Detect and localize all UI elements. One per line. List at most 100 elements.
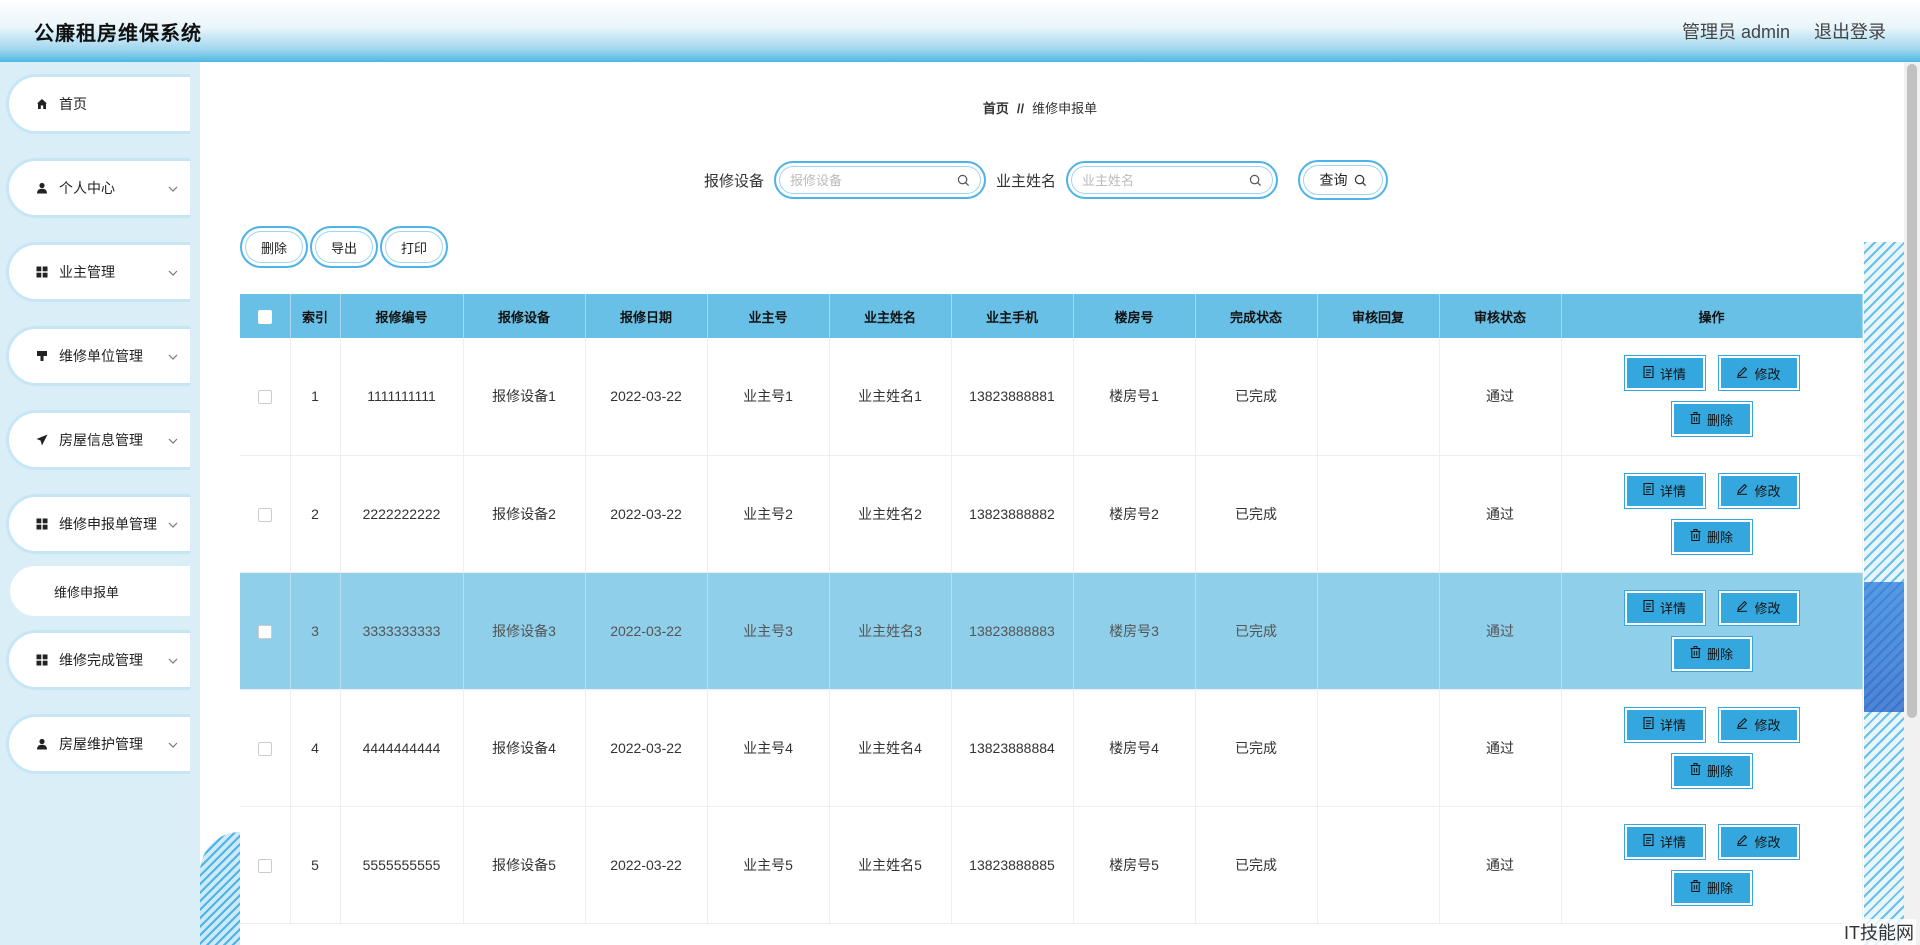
column-header: 业主手机 — [951, 294, 1074, 338]
sidebar-item[interactable]: 房屋信息管理 — [6, 410, 190, 470]
column-header: 报修设备 — [463, 294, 586, 338]
select-all-checkbox[interactable] — [257, 309, 272, 324]
detail-button-label: 详情 — [1659, 366, 1686, 382]
row-actions: 详情 修改删除 — [1602, 356, 1822, 437]
cell-date: 2022-03-22 — [585, 806, 708, 924]
trash-icon — [1690, 763, 1701, 778]
user-icon — [35, 737, 49, 751]
row-select-cell — [240, 572, 291, 690]
edit-icon — [1736, 717, 1748, 732]
detail-button[interactable]: 详情 — [1624, 707, 1705, 742]
row-actions-cell: 详情 修改删除 — [1561, 572, 1863, 690]
edit-button[interactable]: 修改 — [1718, 824, 1799, 859]
sidebar-item[interactable]: 首页 — [6, 74, 190, 134]
detail-button-label: 详情 — [1659, 718, 1686, 733]
scrollbar-thumb[interactable] — [1907, 64, 1917, 718]
cell-bld: 楼房号2 — [1073, 455, 1196, 573]
edit-button[interactable]: 修改 — [1718, 356, 1799, 391]
cell-idx: 5 — [290, 806, 341, 924]
row-delete-button[interactable]: 删除 — [1671, 519, 1752, 554]
edit-button[interactable]: 修改 — [1718, 473, 1799, 508]
table-row[interactable]: 2 2222222222 报修设备2 2022-03-22 业主号2 业主姓名2 13823… — [240, 455, 1863, 573]
breadcrumb-home[interactable]: 首页 — [983, 101, 1009, 116]
export-button[interactable]: 导出 — [310, 226, 378, 268]
detail-button[interactable]: 详情 — [1624, 473, 1705, 508]
cell-phone: 13823888885 — [951, 806, 1074, 924]
cell-name: 业主姓名3 — [829, 572, 952, 690]
chevron-down-icon — [168, 433, 178, 447]
edit-icon — [1736, 834, 1748, 849]
repair-order-table: 索引 报修编号 报修设备 报修日期 业主号 业主姓名 业主手机 楼房号 完成状态 审核回复 审核状态… — [240, 294, 1863, 924]
detail-button[interactable]: 详情 — [1624, 590, 1705, 625]
edit-button[interactable]: 修改 — [1718, 707, 1799, 742]
row-select-cell — [240, 455, 291, 573]
sidebar-subitem-repair-order[interactable]: 维修申报单 — [10, 566, 190, 616]
edit-button-label: 修改 — [1754, 366, 1781, 382]
detail-button[interactable]: 详情 — [1624, 824, 1705, 859]
row-select-cell — [240, 689, 291, 807]
query-button[interactable]: 查询 — [1298, 160, 1389, 200]
table-row[interactable]: 3 3333333333 报修设备3 2022-03-22 业主号3 业主姓名3 13823… — [240, 572, 1863, 690]
row-delete-button[interactable]: 删除 — [1671, 753, 1752, 788]
print-button[interactable]: 打印 — [380, 226, 448, 268]
cell-bld: 楼房号5 — [1073, 806, 1196, 924]
cell-date: 2022-03-22 — [585, 689, 708, 807]
row-checkbox[interactable] — [257, 624, 272, 639]
cell-no: 1111111111 — [340, 338, 464, 456]
header-user-area: 管理员 admin 退出登录 — [1682, 18, 1886, 44]
row-checkbox[interactable] — [257, 507, 272, 522]
bulk-action-row: 删除 导出 打印 — [240, 226, 448, 268]
column-header: 审核回复 — [1317, 294, 1440, 338]
trash-icon — [1690, 529, 1701, 544]
cell-owner: 业主号1 — [707, 338, 830, 456]
logout-link[interactable]: 退出登录 — [1814, 18, 1886, 44]
row-checkbox[interactable] — [257, 858, 272, 873]
search-icon — [1354, 174, 1366, 186]
edit-button-label: 修改 — [1754, 835, 1781, 850]
row-delete-button-label: 删除 — [1706, 647, 1733, 662]
row-actions-cell: 详情 修改删除 — [1561, 455, 1863, 573]
sidebar-item[interactable]: 个人中心 — [6, 158, 190, 218]
breadcrumb: 首页 // 维修申报单 — [200, 98, 1880, 117]
detail-button[interactable]: 详情 — [1624, 356, 1705, 391]
chevron-down-icon — [168, 653, 178, 667]
sidebar-item[interactable]: 维修申报单管理 — [6, 494, 190, 554]
page-scrollbar[interactable] — [1904, 62, 1920, 945]
table-row[interactable]: 5 5555555555 报修设备5 2022-03-22 业主号5 业主姓名5 13823… — [240, 806, 1863, 924]
device-search-input[interactable] — [790, 172, 951, 188]
sidebar-item[interactable]: 维修完成管理 — [6, 630, 190, 690]
sidebar-item[interactable]: 维修单位管理 — [6, 326, 190, 386]
document-icon — [1643, 365, 1654, 381]
row-delete-button[interactable]: 删除 — [1671, 636, 1752, 671]
sidebar-item-label: 个人中心 — [59, 180, 115, 196]
search-bar: 报修设备 业主姓名 查询 — [704, 160, 1389, 200]
cell-reply — [1317, 806, 1440, 924]
row-actions: 详情 修改删除 — [1602, 473, 1822, 554]
edit-button[interactable]: 修改 — [1718, 590, 1799, 625]
sidebar-item-label: 首页 — [59, 96, 87, 112]
cell-idx: 1 — [290, 338, 341, 456]
table-header-row: 索引 报修编号 报修设备 报修日期 业主号 业主姓名 业主手机 楼房号 完成状态 审核回复 审核状态… — [240, 294, 1863, 338]
cell-date: 2022-03-22 — [585, 572, 708, 690]
row-delete-button[interactable]: 删除 — [1671, 870, 1752, 905]
cell-date: 2022-03-22 — [585, 338, 708, 456]
document-icon — [1643, 483, 1654, 498]
row-checkbox[interactable] — [257, 390, 272, 405]
cell-owner: 业主号2 — [707, 455, 830, 573]
cell-no: 5555555555 — [340, 806, 464, 924]
name-search-input[interactable] — [1082, 172, 1243, 188]
chevron-down-icon — [168, 349, 178, 363]
bulk-delete-button[interactable]: 删除 — [240, 226, 308, 268]
row-delete-button[interactable]: 删除 — [1671, 402, 1752, 437]
sidebar-item[interactable]: 房屋维护管理 — [6, 714, 190, 774]
device-search-label: 报修设备 — [704, 172, 765, 190]
cell-done: 已完成 — [1195, 689, 1318, 807]
column-header: 完成状态 — [1195, 294, 1318, 338]
edit-icon — [1736, 483, 1748, 498]
column-header: 楼房号 — [1073, 294, 1196, 338]
sidebar-item[interactable]: 业主管理 — [6, 242, 190, 302]
table-row[interactable]: 1 1111111111 报修设备1 2022-03-22 业主号1 业主姓名1 13823… — [240, 338, 1863, 456]
column-header: 报修编号 — [340, 294, 464, 338]
table-row[interactable]: 4 4444444444 报修设备4 2022-03-22 业主号4 业主姓名4 13823… — [240, 689, 1863, 807]
row-checkbox[interactable] — [257, 741, 272, 756]
